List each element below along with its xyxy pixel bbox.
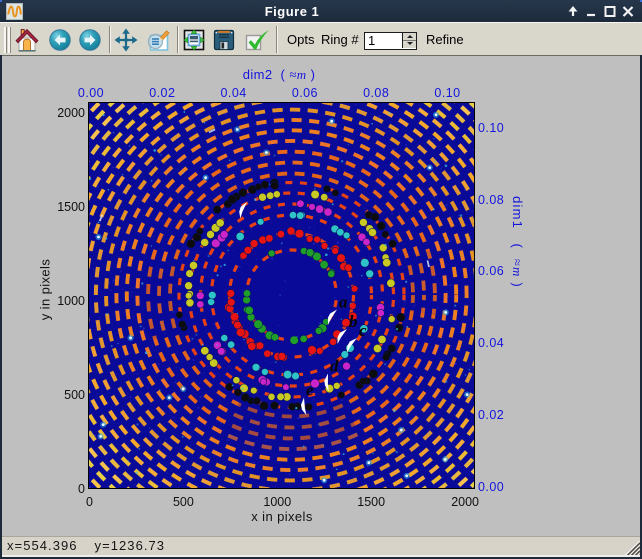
svg-text:e: e xyxy=(306,381,314,400)
svg-text:d: d xyxy=(330,357,339,376)
svg-text:a: a xyxy=(339,293,348,312)
svg-text:b: b xyxy=(349,312,358,331)
svg-text:c: c xyxy=(359,321,367,340)
